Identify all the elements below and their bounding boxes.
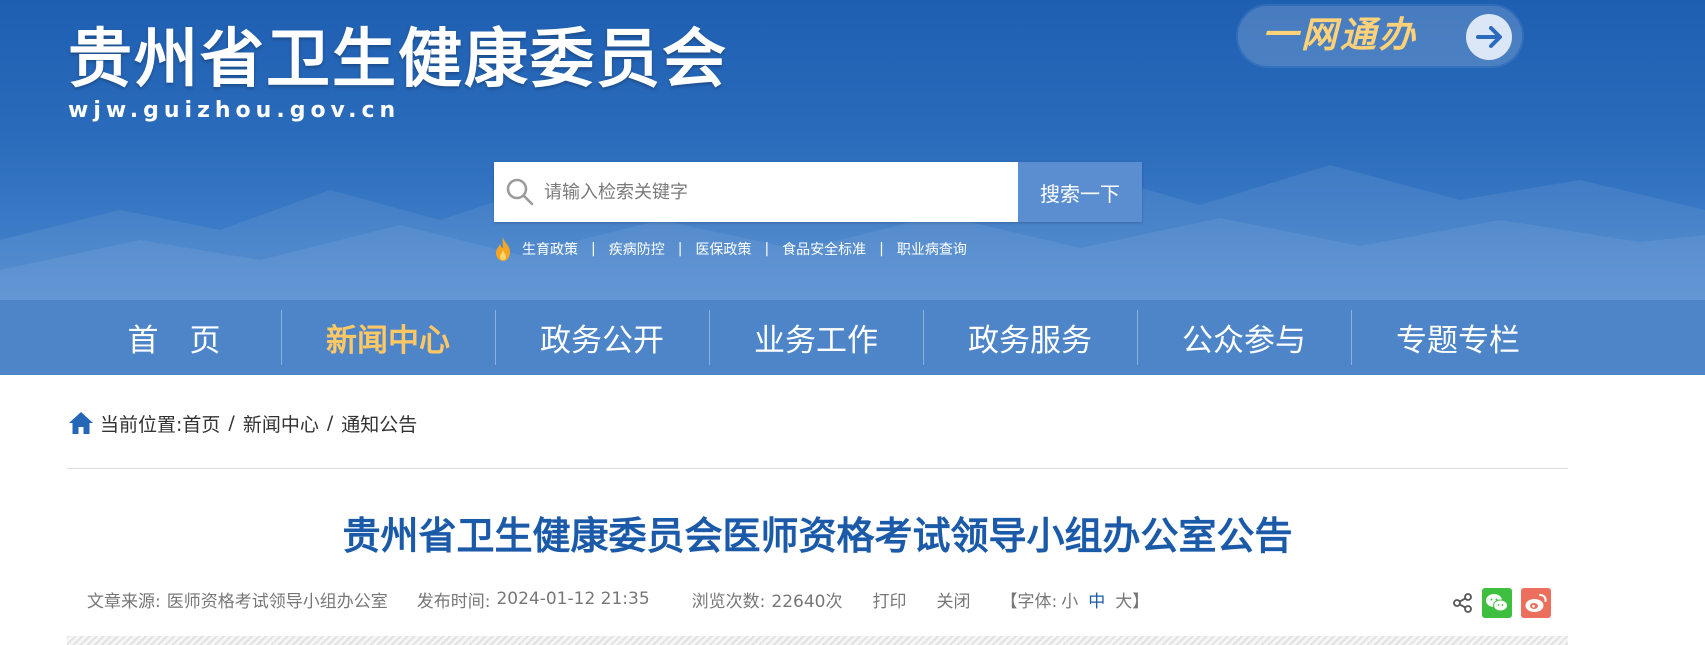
nav-item-home[interactable]: 首 页	[67, 300, 281, 375]
print-button[interactable]: 打印	[873, 587, 907, 612]
flame-icon	[496, 237, 510, 261]
breadcrumb-prefix: 当前位置:	[100, 413, 183, 436]
source-label: 文章来源:	[87, 591, 161, 612]
hot-link-separator: |	[677, 241, 683, 257]
weibo-share-button[interactable]	[1521, 588, 1551, 618]
hot-link-0[interactable]: 生育政策	[522, 239, 578, 259]
time-value: 2024-01-12 21:35	[496, 589, 650, 609]
hot-link-separator: |	[764, 241, 770, 257]
ywtb-button[interactable]: 一网通办	[1238, 6, 1522, 66]
share-icon[interactable]	[1452, 592, 1474, 614]
site-domain: wjw.guizhou.gov.cn	[68, 98, 401, 123]
hot-link-4[interactable]: 职业病查询	[897, 239, 967, 259]
divider	[67, 468, 1568, 469]
breadcrumb-item-news[interactable]: 新闻中心	[243, 410, 319, 437]
close-button[interactable]: 关闭	[937, 587, 971, 612]
ywtb-label: 一网通办	[1262, 14, 1419, 56]
search-input[interactable]	[544, 162, 1004, 222]
nav-item-business[interactable]: 业务工作	[709, 300, 923, 375]
font-size-small[interactable]: 小	[1061, 587, 1078, 612]
hot-link-2[interactable]: 医保政策	[695, 239, 751, 259]
nav-item-services[interactable]: 政务服务	[923, 300, 1137, 375]
hot-link-3[interactable]: 食品安全标准	[782, 239, 866, 259]
nav-item-gov-affairs[interactable]: 政务公开	[495, 300, 709, 375]
nav-item-news[interactable]: 新闻中心	[281, 300, 495, 375]
search-button[interactable]: 搜索一下	[1018, 162, 1142, 222]
wechat-icon	[1486, 594, 1508, 612]
breadcrumb-separator: /	[228, 412, 235, 434]
nav-item-participation[interactable]: 公众参与	[1137, 300, 1351, 375]
font-size-large[interactable]: 大	[1115, 587, 1132, 612]
hot-link-separator: |	[591, 241, 596, 257]
hot-link-separator: |	[879, 241, 884, 257]
source-value: 医师资格考试领导小组办公室	[166, 591, 388, 612]
time-label: 发布时间:	[416, 591, 491, 612]
wechat-share-button[interactable]	[1482, 588, 1512, 618]
arrow-right-icon	[1466, 14, 1512, 60]
share-bar	[1452, 588, 1551, 618]
article-title: 贵州省卫生健康委员会医师资格考试领导小组办公室公告	[342, 514, 1293, 558]
hot-links: 生育政策 | 疾病防控 | 医保政策 | 食品安全标准 | 职业病查询	[492, 236, 967, 262]
article-meta: 文章来源: 医师资格考试领导小组办公室 发布时间: 2024-01-12 21:…	[87, 586, 1149, 612]
main-nav: 首 页 新闻中心 政务公开 业务工作 政务服务 公众参与 专题专栏	[0, 300, 1705, 375]
font-size-medium[interactable]: 中	[1088, 587, 1105, 612]
search-icon	[506, 178, 534, 206]
breadcrumb-separator: /	[326, 412, 334, 434]
hot-link-1[interactable]: 疾病防控	[609, 239, 665, 259]
site-header: 贵州省卫生健康委员会 wjw.guizhou.gov.cn 一网通办 搜索一下 …	[0, 0, 1705, 300]
search-box: 搜索一下	[494, 162, 1142, 222]
home-icon	[69, 412, 93, 434]
breadcrumb-item-notices[interactable]: 通知公告	[341, 410, 417, 437]
breadcrumb-item-home[interactable]: 首页	[182, 410, 220, 437]
nav-item-topics[interactable]: 专题专栏	[1351, 300, 1565, 375]
weibo-icon	[1525, 594, 1547, 612]
breadcrumb: 当前位置: 首页 / 新闻中心 / 通知公告	[68, 408, 417, 438]
main-nav-items: 首 页 新闻中心 政务公开 业务工作 政务服务 公众参与 专题专栏	[67, 300, 1567, 375]
views-value: 22640次	[771, 591, 843, 612]
views-label: 浏览次数:	[691, 591, 766, 612]
content-top-border	[67, 636, 1568, 645]
font-size-suffix: 】	[1132, 591, 1150, 612]
font-size-prefix: 【字体:	[1000, 591, 1058, 612]
site-title: 贵州省卫生健康委员会	[68, 23, 728, 97]
